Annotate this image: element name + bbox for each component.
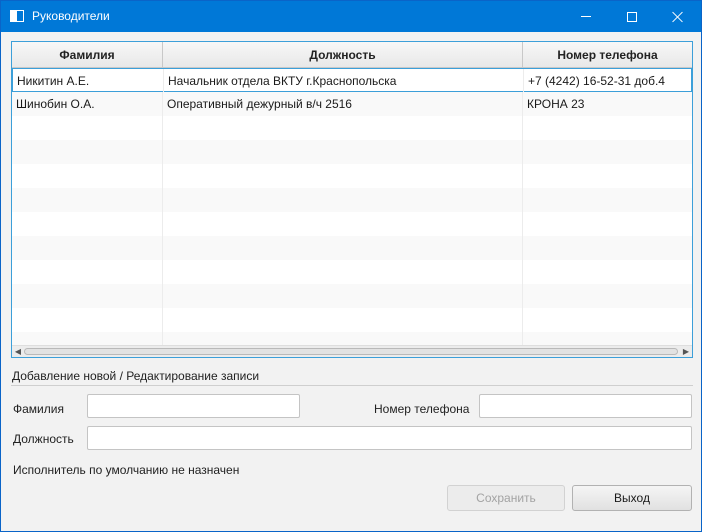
cell-phone [523,308,692,332]
cell-surname [12,284,163,308]
maximize-button[interactable] [609,1,655,32]
cell-phone [523,140,692,164]
window-app-icon [10,10,24,22]
surname-label: Фамилия [13,402,64,416]
cell-position [163,188,523,212]
cell-position [163,116,523,140]
cell-surname [12,260,163,284]
cell-phone [523,164,692,188]
cell-surname [12,236,163,260]
cell-phone [523,260,692,284]
phone-field[interactable] [479,394,692,418]
cell-phone [523,236,692,260]
cell-position [163,236,523,260]
column-header-position[interactable]: Должность [163,42,523,67]
section-divider [11,385,693,386]
table-row[interactable]: Шинобин О.А. Оперативный дежурный в/ч 251… [12,92,692,116]
table-row-empty[interactable] [12,284,692,308]
cell-phone: КРОНА 23 [527,97,585,111]
table-row[interactable]: Никитин А.Е. Начальник отдела ВКТУ г.Крас… [12,68,692,93]
horizontal-scrollbar[interactable]: ◀ ▶ [12,345,692,357]
table-row-empty[interactable] [12,164,692,188]
cell-position: Начальник отдела ВКТУ г.Краснопольска [164,69,524,93]
cell-surname [12,308,163,332]
window-title: Руководители [32,9,110,23]
table-row-empty[interactable] [12,212,692,236]
cell-surname: Шинобин О.А. [12,92,163,116]
scroll-right-icon[interactable]: ▶ [682,348,690,356]
exit-button[interactable]: Выход [572,485,692,511]
cell-surname [12,164,163,188]
surname-field[interactable] [87,394,300,418]
close-button[interactable] [655,1,701,32]
maximize-icon [627,11,637,22]
cell-position [163,260,523,284]
cell-phone [523,284,692,308]
cell-phone: +7 (4242) 16-52-31 доб.4 [528,74,665,88]
cell-surname [12,140,163,164]
managers-table[interactable]: Фамилия Должность Номер телефона Никитин… [11,41,693,358]
scroll-left-icon[interactable]: ◀ [14,348,22,356]
cell-surname [12,188,163,212]
cell-phone [523,116,692,140]
column-header-phone[interactable]: Номер телефона [523,42,692,67]
cell-surname [12,212,163,236]
minimize-icon [581,16,591,17]
position-field[interactable] [87,426,692,450]
table-row-empty[interactable] [12,140,692,164]
cell-phone [523,188,692,212]
table-header: Фамилия Должность Номер телефона [12,42,692,68]
table-row-empty[interactable] [12,260,692,284]
save-button[interactable]: Сохранить [447,485,565,511]
table-row-empty[interactable] [12,308,692,332]
cell-surname [12,116,163,140]
status-text: Исполнитель по умолчанию не назначен [13,463,240,477]
position-label: Должность [13,432,74,446]
column-header-surname[interactable]: Фамилия [12,42,163,67]
minimize-button[interactable] [563,1,609,32]
close-icon [672,11,684,23]
app-window: Руководители Фамилия Должность Номер тел… [0,0,702,532]
table-row-empty[interactable] [12,188,692,212]
scrollbar-thumb[interactable] [24,348,678,355]
title-bar[interactable]: Руководители [1,1,701,32]
phone-label: Номер телефона [374,402,470,416]
cell-position [163,140,523,164]
table-row-empty[interactable] [12,236,692,260]
cell-position [163,284,523,308]
cell-position [163,212,523,236]
form-section-title: Добавление новой / Редактирование записи [12,369,260,383]
cell-surname: Никитин А.Е. [13,69,164,93]
cell-position: Оперативный дежурный в/ч 2516 [163,92,523,116]
table-body: Никитин А.Е. Начальник отдела ВКТУ г.Крас… [12,68,692,356]
cell-position [163,308,523,332]
cell-position [163,164,523,188]
cell-phone [523,212,692,236]
table-row-empty[interactable] [12,116,692,140]
